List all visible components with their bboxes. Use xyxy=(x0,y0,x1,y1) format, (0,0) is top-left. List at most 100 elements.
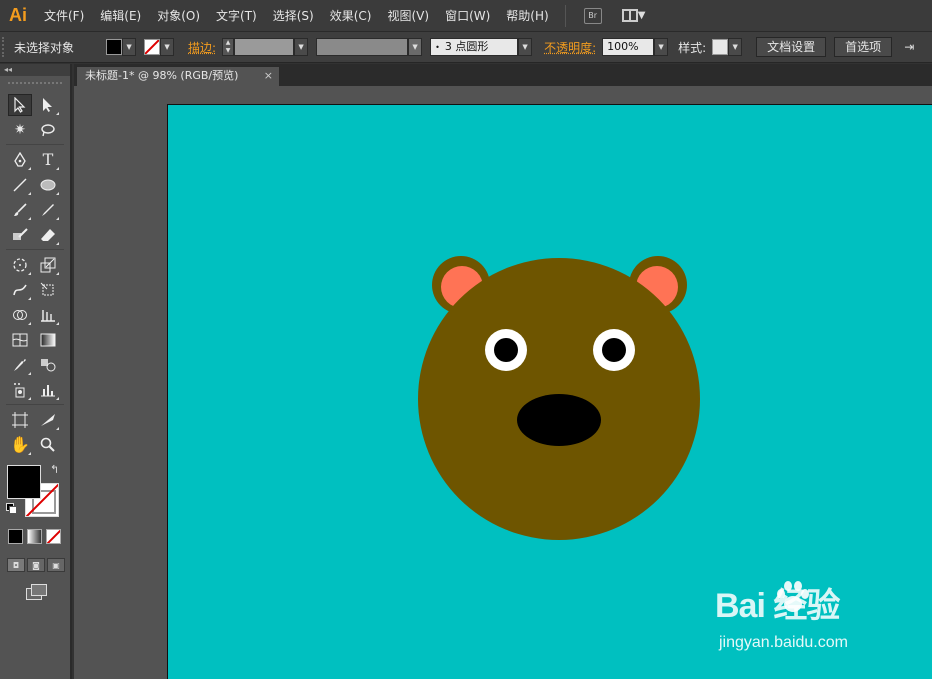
chevron-down-icon: ▼ xyxy=(637,10,646,21)
right-pupil[interactable] xyxy=(602,338,626,362)
layout-grid-icon xyxy=(621,9,638,22)
stroke-color-swatch[interactable] xyxy=(144,39,161,55)
variable-width-profile[interactable] xyxy=(316,38,409,56)
pencil-tool-icon[interactable] xyxy=(36,199,60,221)
pen-tool-icon[interactable] xyxy=(8,149,32,171)
draw-normal-button[interactable]: ◘ xyxy=(7,558,25,572)
panel-menu-icon[interactable]: ⇥ xyxy=(904,40,914,54)
fill-color-swatch[interactable] xyxy=(106,39,123,55)
menu-type[interactable]: 文字(T) xyxy=(208,0,265,32)
direct-selection-tool-icon[interactable] xyxy=(36,94,60,116)
screen-mode-icon[interactable] xyxy=(26,584,47,600)
selection-status: 未选择对象 xyxy=(14,40,75,55)
stroke-weight-stepper[interactable]: ▲ ▼ xyxy=(222,38,235,56)
menu-object[interactable]: 对象(O) xyxy=(149,0,208,32)
menu-separator xyxy=(564,4,566,27)
opacity-field[interactable]: 100% xyxy=(602,38,655,56)
tool-divider xyxy=(6,249,64,250)
menu-file[interactable]: 文件(F) xyxy=(36,0,92,32)
draw-inside-button[interactable]: ▣ xyxy=(47,558,65,572)
menu-window[interactable]: 窗口(W) xyxy=(437,0,498,32)
menu-bar: Ai 文件(F) 编辑(E) 对象(O) 文字(T) 选择(S) 效果(C) 视… xyxy=(0,0,932,32)
fill-dropdown-arrow[interactable]: ▼ xyxy=(122,38,137,56)
warp-tool-icon[interactable] xyxy=(8,279,32,301)
stroke-weight-dropdown[interactable]: ▼ xyxy=(294,38,309,56)
fill-stroke-widget: ↰ xyxy=(0,459,70,521)
none-slash-icon xyxy=(145,40,160,54)
bridge-button[interactable]: Br xyxy=(583,7,602,24)
free-transform-tool-icon[interactable] xyxy=(36,279,60,301)
column-graph-tool-icon[interactable] xyxy=(36,379,60,401)
style-label: 样式: xyxy=(678,40,707,55)
paintbrush-tool-icon[interactable] xyxy=(8,199,32,221)
stroke-label[interactable]: 描边: xyxy=(188,39,216,56)
menu-select[interactable]: 选择(S) xyxy=(265,0,322,32)
line-tool-icon[interactable] xyxy=(8,174,32,196)
tools-collapse-toggle[interactable]: ◂◂ xyxy=(0,64,70,76)
lasso-tool-icon[interactable] xyxy=(36,119,60,141)
none-mode-button[interactable] xyxy=(46,529,61,544)
menu-effect[interactable]: 效果(C) xyxy=(322,0,380,32)
scale-tool-icon[interactable] xyxy=(36,254,60,276)
gradient-mode-button[interactable] xyxy=(27,529,42,544)
panel-grip[interactable] xyxy=(2,37,8,57)
default-colors-icon[interactable] xyxy=(6,503,17,514)
stepper-up-icon: ▲ xyxy=(225,39,231,46)
brush-dropdown[interactable]: ▼ xyxy=(518,38,533,56)
brush-value: 3 点圆形 xyxy=(444,40,489,53)
tools-panel: ◂◂ ✷ T ✋ ↰ ◘ ◙ ▣ xyxy=(0,64,72,679)
app-logo: Ai xyxy=(9,5,27,25)
stroke-weight-field[interactable] xyxy=(234,38,295,56)
gradient-tool-icon[interactable] xyxy=(36,329,60,351)
eraser-tool-icon[interactable] xyxy=(36,224,60,246)
opacity-dropdown[interactable]: ▼ xyxy=(654,38,669,56)
rotate-tool-icon[interactable] xyxy=(8,254,32,276)
left-pupil[interactable] xyxy=(494,338,518,362)
swap-fill-stroke-icon[interactable]: ↰ xyxy=(50,463,59,476)
ellipse-tool-icon[interactable] xyxy=(36,174,60,196)
close-icon[interactable]: × xyxy=(264,67,273,85)
stroke-dropdown-arrow[interactable]: ▼ xyxy=(160,38,175,56)
tool-divider xyxy=(6,144,64,145)
bear-nose[interactable] xyxy=(517,394,601,446)
shape-builder-tool-icon[interactable] xyxy=(8,304,32,326)
artboard-tool-icon[interactable] xyxy=(8,409,32,431)
brush-definition-field[interactable]: • 3 点圆形 xyxy=(430,38,519,56)
fill-color-box[interactable] xyxy=(7,465,41,499)
none-slash-icon xyxy=(47,530,60,543)
type-tool-icon[interactable]: T xyxy=(36,149,60,171)
document-tab-bar: 未标题-1* @ 98% (RGB/预览) × xyxy=(74,64,932,86)
eyedropper-tool-icon[interactable] xyxy=(8,354,32,376)
brush-dot-icon: • xyxy=(435,43,445,52)
document-tab-title: 未标题-1* @ 98% (RGB/预览) xyxy=(85,69,239,82)
style-dropdown[interactable]: ▼ xyxy=(728,38,743,56)
preferences-button[interactable]: 首选项 xyxy=(834,37,893,57)
zoom-tool-icon[interactable] xyxy=(36,434,60,456)
hand-tool-icon[interactable]: ✋ xyxy=(8,434,32,456)
menu-edit[interactable]: 编辑(E) xyxy=(92,0,149,32)
tools-grip[interactable] xyxy=(8,82,62,90)
control-bar: 未选择对象 ▼ ▼ 描边: ▲ ▼ ▼ ▼ • 3 点圆形 ▼ 不透明度: 100… xyxy=(0,32,932,63)
workspace-switcher[interactable]: ▼ xyxy=(621,9,646,22)
slice-tool-icon[interactable] xyxy=(36,409,60,431)
document-tab[interactable]: 未标题-1* @ 98% (RGB/预览) × xyxy=(76,66,280,86)
mesh-tool-icon[interactable] xyxy=(8,329,32,351)
baidu-jingyan-watermark: Bai 经验 jingyan.baidu.com xyxy=(713,578,883,658)
perspective-grid-tool-icon[interactable] xyxy=(36,304,60,326)
menu-help[interactable]: 帮助(H) xyxy=(498,0,556,32)
selection-tool-icon[interactable] xyxy=(8,93,32,116)
graphic-style-swatch[interactable] xyxy=(712,39,729,55)
document-setup-button[interactable]: 文档设置 xyxy=(756,37,827,57)
paw-icon xyxy=(777,581,809,612)
watermark-url: jingyan.baidu.com xyxy=(719,634,848,651)
draw-behind-button[interactable]: ◙ xyxy=(27,558,45,572)
menu-view[interactable]: 视图(V) xyxy=(379,0,437,32)
blend-tool-icon[interactable] xyxy=(36,354,60,376)
profile-dropdown[interactable]: ▼ xyxy=(408,38,423,56)
magic-wand-tool-icon[interactable]: ✷ xyxy=(8,119,32,141)
symbol-sprayer-tool-icon[interactable] xyxy=(8,379,32,401)
blob-brush-tool-icon[interactable] xyxy=(8,224,32,246)
tool-divider xyxy=(6,404,64,405)
color-mode-button[interactable] xyxy=(8,529,23,544)
opacity-label[interactable]: 不透明度: xyxy=(544,39,596,56)
